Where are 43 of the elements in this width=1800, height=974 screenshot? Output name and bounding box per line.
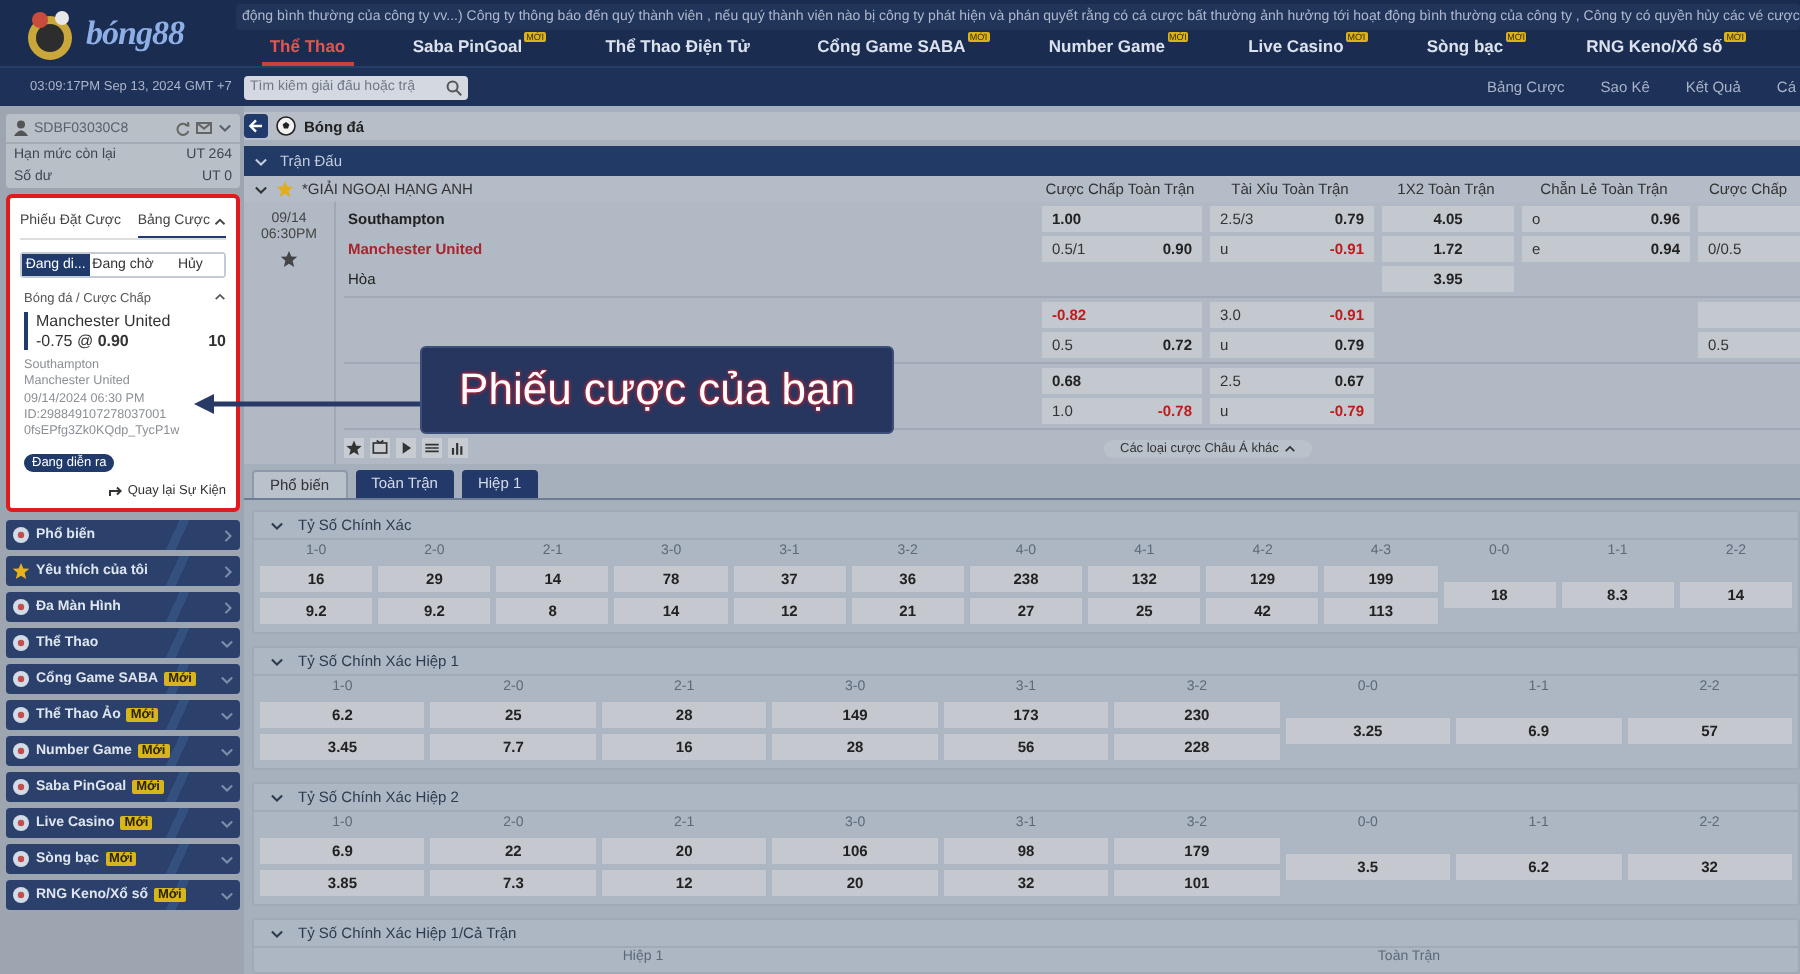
callout-label: Phiếu cược của bạn bbox=[420, 346, 894, 434]
chevron-icon[interactable] bbox=[254, 183, 268, 195]
star-icon bbox=[12, 562, 30, 581]
star-icon[interactable] bbox=[280, 250, 298, 268]
back-button[interactable] bbox=[244, 114, 268, 138]
search-icon bbox=[446, 79, 462, 95]
refresh-icon[interactable] bbox=[176, 121, 190, 135]
chevron-icon bbox=[222, 563, 234, 580]
chevron-icon[interactable] bbox=[214, 292, 226, 302]
caret-icon bbox=[1284, 443, 1297, 453]
chevron-icon bbox=[220, 673, 234, 686]
caret-icon bbox=[214, 215, 226, 227]
mail-icon[interactable] bbox=[196, 122, 212, 134]
chevron-icon bbox=[220, 817, 234, 830]
play-icon[interactable] bbox=[396, 438, 416, 458]
user-icon bbox=[14, 120, 28, 136]
list-icon[interactable] bbox=[422, 438, 442, 458]
chevron-icon bbox=[220, 889, 234, 902]
chevron-icon bbox=[220, 745, 234, 758]
star-icon[interactable] bbox=[344, 438, 364, 458]
chevron-icon[interactable] bbox=[270, 655, 284, 667]
back-arrow-icon bbox=[248, 118, 264, 134]
ball-icon bbox=[12, 526, 30, 545]
chevron-icon bbox=[222, 599, 234, 616]
bar-chart-icon[interactable] bbox=[448, 438, 468, 458]
chevron-icon bbox=[220, 853, 234, 866]
chevron-icon bbox=[220, 637, 234, 650]
logo-text: bóng88 bbox=[86, 13, 184, 53]
bet-odds: -0.75 @ 0.90 bbox=[36, 332, 129, 350]
chevron-icon[interactable] bbox=[270, 519, 284, 531]
chevron-icon bbox=[222, 527, 234, 544]
soccer-ball-icon bbox=[276, 116, 296, 136]
chevron-icon bbox=[220, 709, 234, 722]
nav-tab[interactable]: Thể Thao Điện Tử bbox=[597, 30, 758, 66]
chevron-icon bbox=[220, 781, 234, 794]
chevron-icon[interactable] bbox=[218, 122, 232, 134]
star-icon[interactable] bbox=[276, 180, 294, 198]
chevron-icon[interactable] bbox=[270, 927, 284, 939]
return-arrow-icon bbox=[107, 484, 122, 499]
stake-amount: 10 bbox=[208, 332, 226, 350]
chevron-icon[interactable] bbox=[270, 791, 284, 803]
selection-text: Manchester United bbox=[36, 312, 173, 330]
tv-icon[interactable] bbox=[370, 438, 390, 458]
